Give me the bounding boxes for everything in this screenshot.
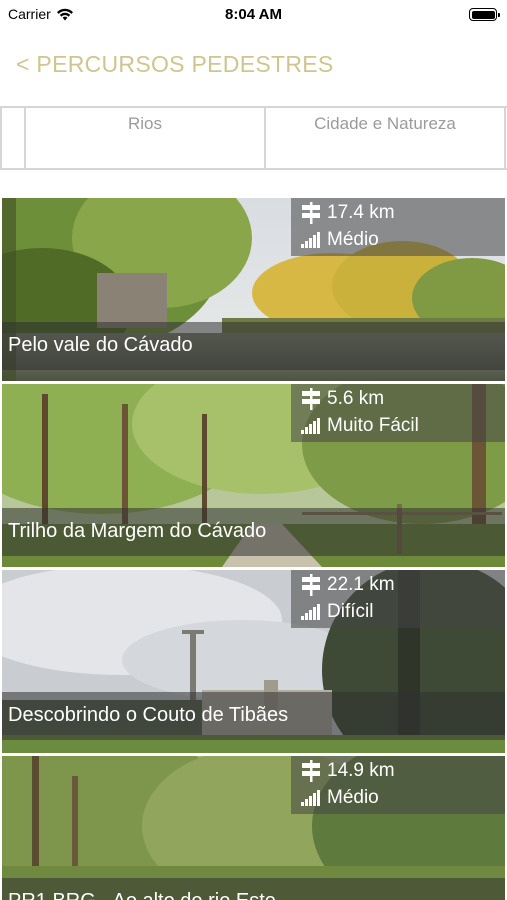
route-card[interactable]: 5.6 km Muito Fácil Trilho da Margem do C…: [2, 384, 505, 567]
difficulty-row: Médio: [301, 229, 379, 251]
tab-partial[interactable]: [0, 108, 26, 168]
route-distance: 22.1 km: [327, 574, 395, 595]
signal-bars-icon: [301, 604, 321, 620]
route-title-bar: Trilho da Margem do Cávado: [2, 508, 505, 556]
route-title-bar: PR1 BRG - Ao alto do rio Este: [2, 878, 505, 900]
tab-label: Rios: [127, 114, 162, 133]
signpost-icon: [301, 202, 321, 224]
route-info-box: 17.4 km Médio: [291, 198, 505, 256]
distance-row: 22.1 km: [301, 574, 395, 596]
route-title: Pelo vale do Cávado: [8, 334, 193, 356]
back-button[interactable]: < PERCURSOS PEDESTRES: [16, 51, 334, 78]
battery-icon: [469, 8, 500, 21]
route-title: PR1 BRG - Ao alto do rio Este: [8, 890, 276, 900]
tab-label: Cidade e Natureza: [314, 114, 456, 133]
route-title-bar: Descobrindo o Couto de Tibães: [2, 692, 505, 740]
route-info-box: 14.9 km Médio: [291, 756, 505, 814]
route-difficulty: Médio: [327, 787, 379, 808]
route-distance: 5.6 km: [327, 388, 385, 409]
route-info-box: 5.6 km Muito Fácil: [291, 384, 505, 442]
route-difficulty: Muito Fácil: [327, 415, 419, 436]
signal-bars-icon: [301, 790, 321, 806]
route-title: Descobrindo o Couto de Tibães: [8, 704, 289, 726]
tab-label: [2, 108, 24, 114]
difficulty-row: Muito Fácil: [301, 415, 419, 437]
difficulty-row: Difícil: [301, 601, 373, 623]
route-info-box: 22.1 km Difícil: [291, 570, 505, 628]
route-distance: 17.4 km: [327, 202, 395, 223]
route-title-bar: Pelo vale do Cávado: [2, 322, 505, 370]
route-card[interactable]: 14.9 km Médio PR1 BRG - Ao alto do rio E…: [2, 756, 505, 900]
route-card[interactable]: 17.4 km Médio Pelo vale do Cávado: [2, 198, 505, 381]
route-title: Trilho da Margem do Cávado: [8, 520, 267, 542]
signpost-icon: [301, 574, 321, 596]
navigation-bar: < PERCURSOS PEDESTRES: [0, 45, 507, 85]
signal-bars-icon: [301, 418, 321, 434]
signal-bars-icon: [301, 232, 321, 248]
route-difficulty: Médio: [327, 229, 379, 250]
clock: 8:04 AM: [225, 6, 282, 23]
difficulty-row: Médio: [301, 787, 379, 809]
route-difficulty: Difícil: [327, 601, 374, 622]
distance-row: 17.4 km: [301, 202, 395, 224]
category-tabs: Rios Cidade e Natureza: [0, 106, 507, 170]
distance-row: 5.6 km: [301, 388, 384, 410]
signpost-icon: [301, 760, 321, 782]
distance-row: 14.9 km: [301, 760, 395, 782]
status-bar: Carrier 8:04 AM: [0, 0, 507, 30]
tab-rios[interactable]: Rios: [26, 108, 266, 168]
tab-cidade-e-natureza[interactable]: Cidade e Natureza: [266, 108, 506, 168]
route-distance: 14.9 km: [327, 760, 395, 781]
signpost-icon: [301, 388, 321, 410]
route-card[interactable]: 22.1 km Difícil Descobrindo o Couto de T…: [2, 570, 505, 753]
